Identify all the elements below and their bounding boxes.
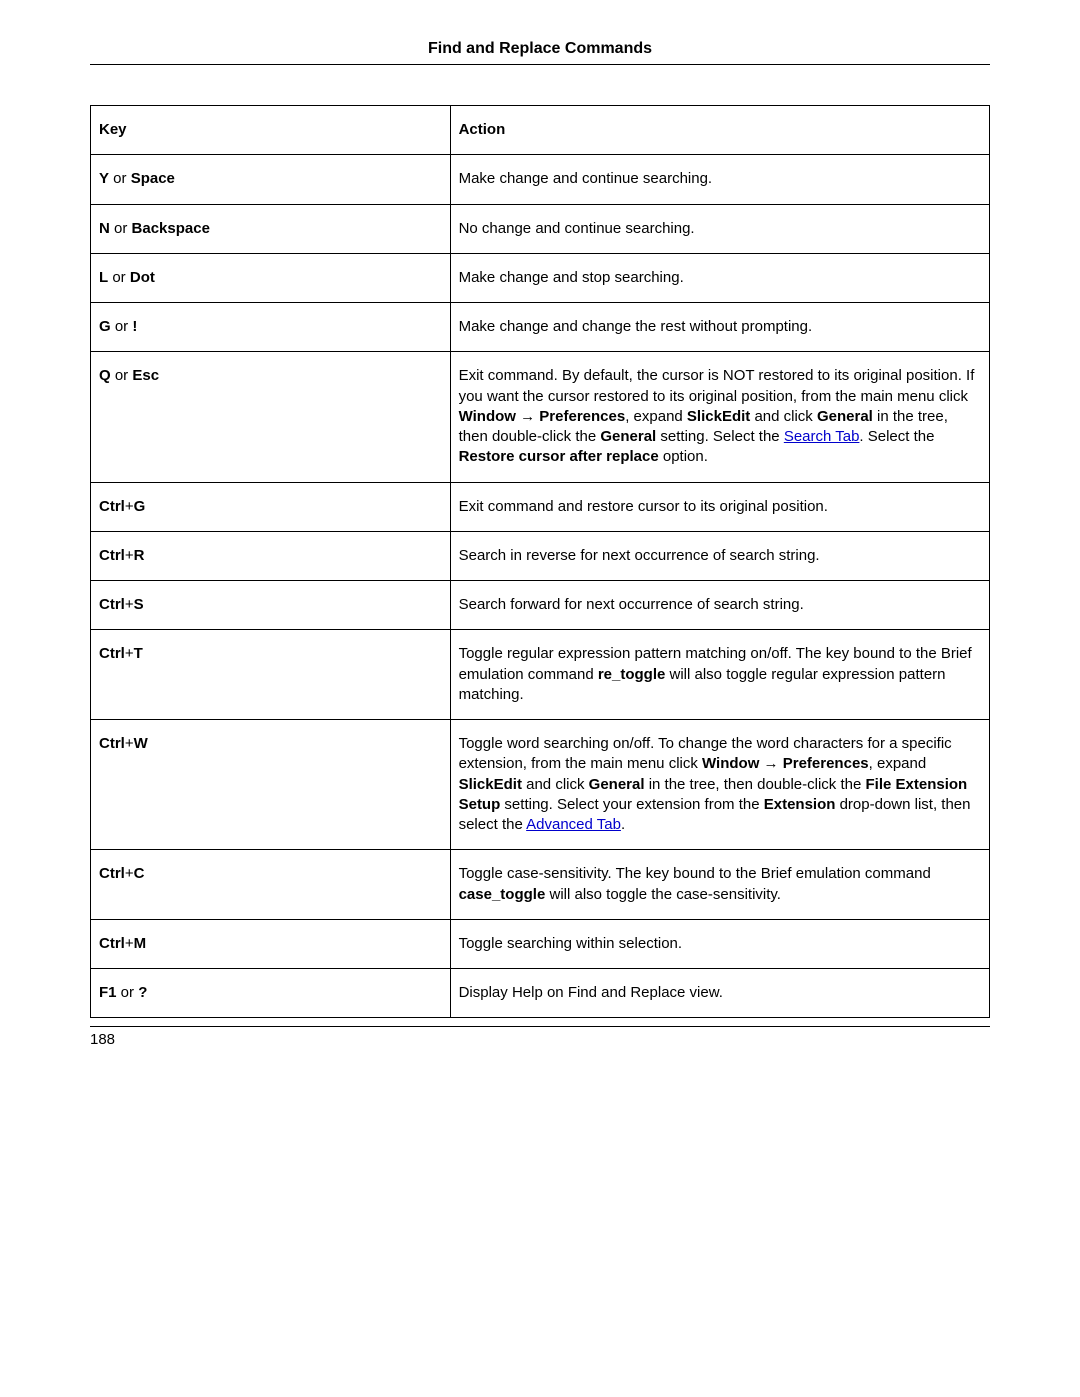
link[interactable]: Search Tab xyxy=(784,428,860,445)
action-cell: Search in reverse for next occurrence of… xyxy=(450,531,989,580)
table-row: Q or EscExit command. By default, the cu… xyxy=(91,352,990,482)
table-row: L or DotMake change and stop searching. xyxy=(91,253,990,302)
action-cell: Make change and continue searching. xyxy=(450,155,989,204)
table-row: N or BackspaceNo change and continue sea… xyxy=(91,204,990,253)
key-cell: Q or Esc xyxy=(91,352,451,482)
key-cell: N or Backspace xyxy=(91,204,451,253)
action-cell: Display Help on Find and Replace view. xyxy=(450,969,989,1018)
table-row: Y or SpaceMake change and continue searc… xyxy=(91,155,990,204)
key-cell: G or ! xyxy=(91,303,451,352)
link[interactable]: Advanced Tab xyxy=(526,816,621,833)
key-cell: L or Dot xyxy=(91,253,451,302)
action-cell: Toggle regular expression pattern matchi… xyxy=(450,630,989,720)
table-row: Ctrl+CToggle case-sensitivity. The key b… xyxy=(91,850,990,920)
page-number: 188 xyxy=(90,1026,990,1048)
key-cell: Ctrl+T xyxy=(91,630,451,720)
action-cell: Make change and stop searching. xyxy=(450,253,989,302)
table-row: F1 or ?Display Help on Find and Replace … xyxy=(91,969,990,1018)
table-row: Ctrl+GExit command and restore cursor to… xyxy=(91,482,990,531)
action-cell: Toggle searching within selection. xyxy=(450,919,989,968)
key-cell: Ctrl+S xyxy=(91,581,451,630)
action-cell: Search forward for next occurrence of se… xyxy=(450,581,989,630)
action-cell: Make change and change the rest without … xyxy=(450,303,989,352)
table-row: Ctrl+MToggle searching within selection. xyxy=(91,919,990,968)
key-cell: Ctrl+G xyxy=(91,482,451,531)
page-header: Find and Replace Commands xyxy=(90,40,990,65)
column-action: Action xyxy=(450,106,989,155)
table-row: Ctrl+SSearch forward for next occurrence… xyxy=(91,581,990,630)
action-cell: Exit command and restore cursor to its o… xyxy=(450,482,989,531)
key-cell: F1 or ? xyxy=(91,969,451,1018)
key-cell: Ctrl+R xyxy=(91,531,451,580)
table-row: G or !Make change and change the rest wi… xyxy=(91,303,990,352)
key-cell: Ctrl+M xyxy=(91,919,451,968)
action-cell: No change and continue searching. xyxy=(450,204,989,253)
table-row: Ctrl+RSearch in reverse for next occurre… xyxy=(91,531,990,580)
table-row: Ctrl+TToggle regular expression pattern … xyxy=(91,630,990,720)
column-key: Key xyxy=(91,106,451,155)
commands-table: Key Action Y or SpaceMake change and con… xyxy=(90,105,990,1018)
action-cell: Toggle case-sensitivity. The key bound t… xyxy=(450,850,989,920)
action-cell: Toggle word searching on/off. To change … xyxy=(450,720,989,850)
key-cell: Ctrl+W xyxy=(91,720,451,850)
action-cell: Exit command. By default, the cursor is … xyxy=(450,352,989,482)
key-cell: Y or Space xyxy=(91,155,451,204)
key-cell: Ctrl+C xyxy=(91,850,451,920)
table-row: Ctrl+WToggle word searching on/off. To c… xyxy=(91,720,990,850)
